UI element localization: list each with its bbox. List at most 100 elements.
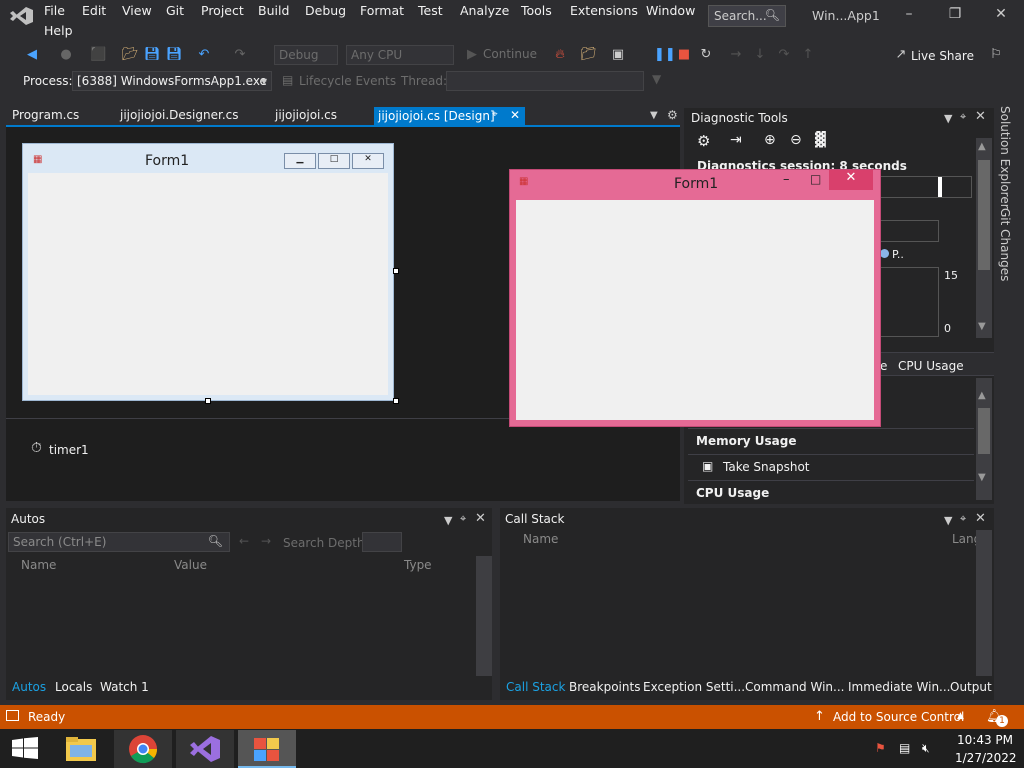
- menu-git[interactable]: Git: [166, 3, 184, 18]
- side-tab-git-changes[interactable]: Git Changes: [998, 208, 1012, 281]
- navigate-forward-icon[interactable]: ●: [58, 47, 74, 63]
- menu-extensions[interactable]: Extensions: [570, 3, 638, 18]
- menu-help[interactable]: Help: [44, 23, 73, 38]
- call-stack-pin-icon[interactable]: ⌖: [960, 512, 966, 526]
- thread-dropdown[interactable]: [446, 71, 644, 91]
- take-snapshot-button[interactable]: Take Snapshot: [723, 460, 810, 474]
- menu-file[interactable]: File: [44, 3, 65, 18]
- call-stack-menu-icon[interactable]: ▼: [944, 514, 952, 527]
- process-dropdown[interactable]: [6388] WindowsFormsApp1.exe ▾: [72, 71, 272, 91]
- winforms-app-taskbar-button[interactable]: [238, 730, 296, 768]
- call-stack-column-name[interactable]: Name: [523, 532, 558, 546]
- search-depth-dropdown[interactable]: [362, 532, 402, 552]
- menu-build[interactable]: Build: [258, 3, 289, 18]
- call-stack-scrollbar[interactable]: [976, 530, 992, 676]
- tab-breakpoints[interactable]: Breakpoints: [569, 680, 640, 694]
- autos-column-value[interactable]: Value: [174, 558, 207, 572]
- redo-icon[interactable]: ↷: [232, 47, 248, 63]
- chart-icon[interactable]: ▓: [815, 132, 826, 148]
- step-over-icon[interactable]: ↷: [776, 47, 792, 63]
- menu-view[interactable]: View: [122, 3, 152, 18]
- taskbar-clock-date[interactable]: 1/27/2022: [955, 751, 1017, 765]
- menu-debug[interactable]: Debug: [305, 3, 346, 18]
- zoom-out-icon[interactable]: ⊖: [790, 132, 802, 148]
- tab-exception-settings[interactable]: Exception Setti...: [643, 680, 745, 694]
- running-form-maximize-button[interactable]: □: [810, 172, 821, 186]
- search-next-icon[interactable]: →: [261, 534, 271, 548]
- save-all-icon[interactable]: 💾︎: [166, 47, 183, 63]
- diagnostics-scroll-thumb[interactable]: [978, 160, 990, 270]
- autos-pin-icon[interactable]: ⌖: [460, 512, 466, 526]
- stop-icon[interactable]: ■: [676, 47, 692, 63]
- tab-code-cs[interactable]: jijojiojoi.cs: [275, 108, 337, 122]
- platform-dropdown[interactable]: Any CPU: [346, 45, 454, 65]
- gear-icon[interactable]: ⚙: [667, 108, 678, 122]
- autos-column-type[interactable]: Type: [404, 558, 432, 572]
- feedback-icon[interactable]: ⚐: [988, 47, 1004, 63]
- tab-immediate-window[interactable]: Immediate Win...: [848, 680, 951, 694]
- tab-watch-1[interactable]: Watch 1: [100, 680, 149, 694]
- resize-handle-bottom[interactable]: [205, 398, 211, 404]
- menu-tools[interactable]: Tools: [521, 3, 552, 18]
- tab-locals[interactable]: Locals: [55, 680, 92, 694]
- design-form-client-area[interactable]: [28, 173, 388, 395]
- tab-call-stack[interactable]: Call Stack: [506, 680, 565, 694]
- resize-handle-corner[interactable]: [393, 398, 399, 404]
- autos-scrollbar[interactable]: [476, 556, 492, 676]
- search-previous-icon[interactable]: ←: [239, 534, 249, 548]
- menu-edit[interactable]: Edit: [82, 3, 106, 18]
- tab-cpu-usage[interactable]: CPU Usage: [898, 359, 964, 373]
- side-tab-solution-explorer[interactable]: Solution Explorer: [998, 106, 1012, 209]
- tab-program-cs[interactable]: Program.cs: [12, 108, 79, 122]
- menu-format[interactable]: Format: [360, 3, 404, 18]
- taskbar-clock-time[interactable]: 10:43 PM: [957, 733, 1013, 747]
- tab-autos[interactable]: Autos: [12, 680, 46, 694]
- diagnostics-tab-partial[interactable]: e: [880, 359, 887, 373]
- scroll-up-icon[interactable]: ▲: [978, 390, 986, 401]
- running-form-client-area[interactable]: [516, 200, 874, 420]
- tab-command-window[interactable]: Command Win...: [745, 680, 844, 694]
- maximize-window-button[interactable]: ❐: [940, 6, 970, 26]
- close-tab-icon[interactable]: ✕: [510, 108, 520, 122]
- menu-analyze[interactable]: Analyze: [460, 3, 509, 18]
- running-form-close-button[interactable]: ✕: [829, 170, 873, 190]
- tab-designer-cs[interactable]: jijojiojoi.Designer.cs: [120, 108, 239, 122]
- autos-menu-icon[interactable]: ▼: [444, 514, 452, 527]
- browse-folder-icon[interactable]: 📁︎: [580, 47, 597, 63]
- timeline-ruler[interactable]: [880, 176, 972, 198]
- screenshot-icon[interactable]: ▣: [610, 47, 626, 63]
- autos-column-name[interactable]: Name: [21, 558, 56, 572]
- tab-design-view[interactable]: jijojiojoi.cs [Design] ⌖ ✕: [374, 107, 525, 127]
- undo-icon[interactable]: ↶: [196, 47, 212, 63]
- menu-test[interactable]: Test: [418, 3, 443, 18]
- global-search-box[interactable]: Search... 🔍︎: [708, 5, 786, 27]
- show-next-statement-icon[interactable]: →: [728, 47, 744, 63]
- chrome-taskbar-button[interactable]: [114, 730, 172, 768]
- diagnostics-lower-scroll-thumb[interactable]: [978, 408, 990, 454]
- settings-icon[interactable]: ⚙: [697, 132, 710, 150]
- scroll-up-icon[interactable]: ▲: [978, 141, 986, 152]
- windows-start-icon[interactable]: [12, 737, 38, 759]
- tray-network-icon[interactable]: ▤: [899, 741, 910, 755]
- lifecycle-events-button[interactable]: Lifecycle Events: [299, 74, 396, 88]
- scroll-down-icon[interactable]: ▼: [978, 321, 986, 332]
- running-form-minimize-button[interactable]: –: [783, 172, 790, 187]
- close-window-button[interactable]: ✕: [986, 6, 1016, 26]
- configuration-dropdown[interactable]: Debug: [274, 45, 338, 65]
- minimize-window-button[interactable]: –: [894, 6, 924, 26]
- menu-project[interactable]: Project: [201, 3, 244, 18]
- status-output-icon[interactable]: [6, 710, 19, 721]
- new-project-icon[interactable]: ⬛: [90, 47, 106, 63]
- timer-component[interactable]: timer1: [49, 443, 89, 457]
- step-into-icon[interactable]: ↓: [752, 47, 768, 63]
- scroll-down-icon[interactable]: ▼: [978, 472, 986, 483]
- panel-close-icon[interactable]: ✕: [975, 109, 986, 124]
- tray-volume-muted-icon[interactable]: 🔇︎: [922, 741, 930, 756]
- resize-handle-right[interactable]: [393, 268, 399, 274]
- timeline-cursor[interactable]: [938, 177, 942, 197]
- continue-button[interactable]: Continue: [483, 47, 537, 61]
- panel-menu-icon[interactable]: ▼: [944, 112, 952, 125]
- step-out-icon[interactable]: ↑: [800, 47, 816, 63]
- live-share-button[interactable]: Live Share: [911, 49, 974, 63]
- tab-output[interactable]: Output: [950, 680, 992, 694]
